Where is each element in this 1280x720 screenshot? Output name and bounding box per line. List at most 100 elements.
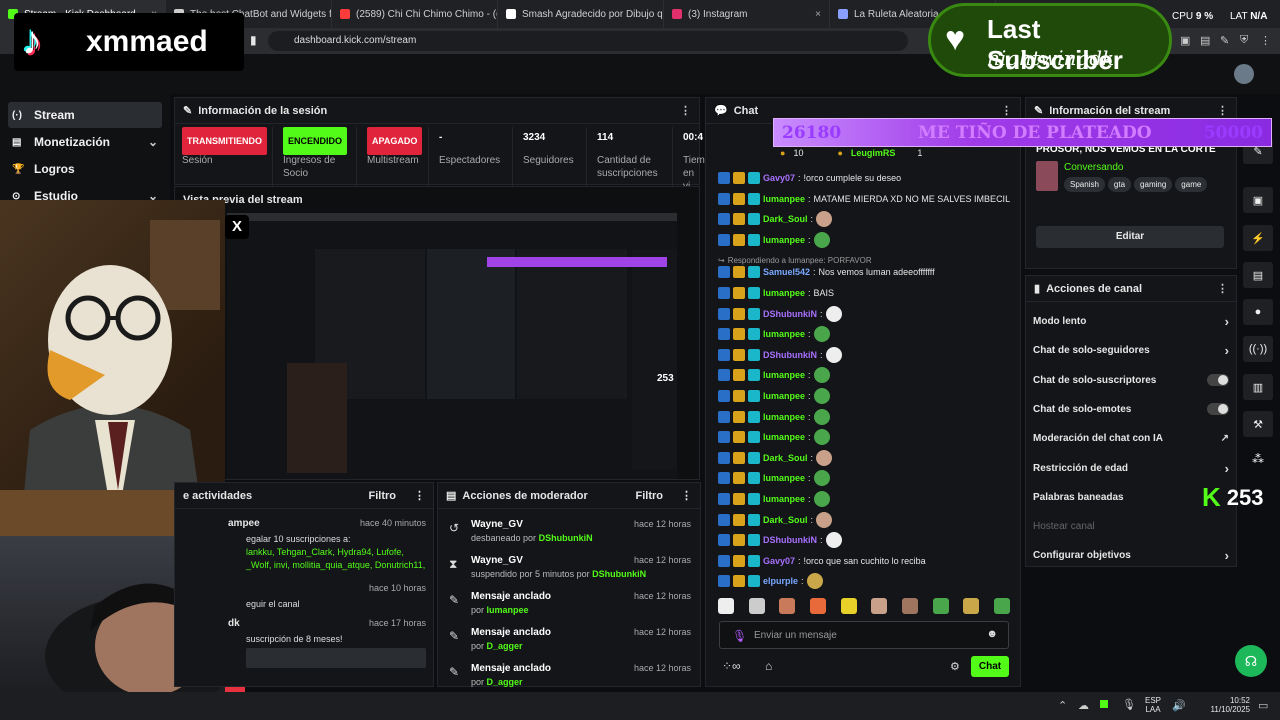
browser-tab[interactable]: (2589) Chi Chi Chimo Chimo - (( Mitc× <box>332 0 498 28</box>
sidebar-item[interactable]: 🏆 Logros <box>0 156 170 182</box>
chat-username[interactable]: lumanpee <box>763 412 805 422</box>
send-chat-button[interactable]: Chat <box>971 656 1009 677</box>
emote-icon[interactable] <box>840 598 857 614</box>
emote-icon[interactable] <box>871 598 888 614</box>
chat-username[interactable]: lumanpee <box>763 494 805 504</box>
chat-username[interactable]: lumanpee <box>763 391 805 401</box>
filter-button[interactable]: Filtro <box>369 490 397 502</box>
more-icon[interactable]: ⋮ <box>1217 104 1228 117</box>
cloud-icon[interactable]: ☁ <box>1078 699 1089 712</box>
stream-tag[interactable]: game <box>1175 177 1208 192</box>
emote-icon[interactable] <box>901 598 918 614</box>
mod-user-link[interactable]: D_agger <box>487 677 523 687</box>
emote-icon[interactable] <box>932 598 949 614</box>
infinity-icon[interactable]: ⁘∞ <box>722 659 741 673</box>
emoji-icon[interactable]: ☻ <box>986 628 998 640</box>
chat-username[interactable]: DShubunkiN <box>763 350 817 360</box>
category-thumbnail[interactable] <box>1036 161 1058 191</box>
chat-username[interactable]: Gavy07 <box>763 173 795 183</box>
chat-username[interactable]: lumanpee <box>763 288 805 298</box>
activity-user[interactable]: dk <box>228 618 240 629</box>
chat-username[interactable]: lumanpee <box>763 473 805 483</box>
emote-icon[interactable] <box>963 598 980 614</box>
kick-tray-icon[interactable] <box>1100 700 1108 708</box>
more-icon[interactable]: ⋮ <box>1217 282 1228 295</box>
chat-username[interactable]: lumanpee <box>763 194 805 204</box>
channel-action-item[interactable]: Hostear canal <box>1025 512 1237 541</box>
layout-icon[interactable]: ▥ <box>1243 374 1273 400</box>
activity-user[interactable]: ampee <box>228 518 260 529</box>
bolt-icon[interactable]: ⚡ <box>1243 225 1273 251</box>
address-bar[interactable]: dashboard.kick.com/stream <box>268 31 908 51</box>
clipboard-icon[interactable]: ▤ <box>1243 262 1273 288</box>
mod-user-link[interactable]: D_agger <box>487 641 523 651</box>
activity-expand-bar[interactable] <box>246 648 426 668</box>
channel-action-item[interactable]: Chat de solo-seguidores › <box>1025 336 1237 365</box>
preview-video[interactable]: 253 <box>227 213 677 479</box>
channel-action-item[interactable]: Modo lento › <box>1025 307 1237 336</box>
more-icon[interactable]: ⋮ <box>680 104 691 117</box>
chat-input[interactable]: 🎙 Enviar un mensaje ☻ <box>719 621 1009 649</box>
chat-username[interactable]: lumanpee <box>763 329 805 339</box>
emote-icon[interactable] <box>718 598 734 614</box>
chat-username[interactable]: Gavy07 <box>763 556 795 566</box>
channel-action-item[interactable]: Chat de solo-suscriptores <box>1025 366 1237 395</box>
chat-username[interactable]: Dark_Soul <box>763 214 808 224</box>
menu-icon[interactable]: ⋮ <box>1260 34 1271 47</box>
broadcast-icon[interactable]: ((·)) <box>1243 336 1273 362</box>
toggle-switch[interactable] <box>1207 403 1229 416</box>
chat-username[interactable]: lumanpee <box>763 432 805 442</box>
edit-button[interactable]: Editar <box>1036 226 1224 248</box>
browser-tab[interactable]: Smash Agradecido por Dibujo que le× <box>498 0 664 28</box>
sidebar-item[interactable]: (·) Stream <box>8 102 162 128</box>
chat-username[interactable]: Dark_Soul <box>763 515 808 525</box>
apps-icon[interactable]: ⁂ <box>1252 452 1264 466</box>
bookmark-icon[interactable]: ▮ <box>250 33 257 47</box>
emote-icon[interactable] <box>748 598 765 614</box>
mod-user-link[interactable]: DShubunkiN <box>592 569 646 579</box>
toggle-switch[interactable] <box>1207 374 1229 387</box>
more-icon[interactable]: ⋮ <box>414 489 425 502</box>
channel-action-item[interactable]: Chat de solo-emotes <box>1025 395 1237 424</box>
reader-icon[interactable]: ▤ <box>1200 34 1210 47</box>
chat-bubble-icon[interactable]: ● <box>1243 299 1273 325</box>
emote-icon[interactable] <box>779 598 796 614</box>
stream-tag[interactable]: gta <box>1107 177 1132 192</box>
chat-username[interactable]: elpurple <box>763 576 798 586</box>
gifter-name[interactable]: LeugimRS <box>851 148 896 158</box>
support-chat-icon[interactable]: ☊ <box>1235 645 1267 677</box>
sidebar-toggle-icon[interactable]: ▣ <box>1180 34 1190 47</box>
category-link[interactable]: Conversando <box>1064 162 1210 173</box>
sidebar-item[interactable]: ▤ Monetización ⌄ <box>0 129 170 155</box>
chat-username[interactable]: DShubunkiN <box>763 535 817 545</box>
speaker-icon[interactable]: 🔊 <box>1172 699 1186 712</box>
chat-username[interactable]: DShubunkiN <box>763 309 817 319</box>
emote-icon[interactable] <box>993 598 1010 614</box>
avatar[interactable] <box>1234 64 1254 84</box>
emote-icon[interactable] <box>809 598 826 614</box>
mod-user-link[interactable]: lumanpee <box>487 605 529 615</box>
chat-username[interactable]: lumanpee <box>763 370 805 380</box>
stream-tag[interactable]: gaming <box>1134 177 1173 192</box>
stream-tag[interactable]: Spanish <box>1064 177 1105 192</box>
chat-username[interactable]: Samuel542 <box>763 267 810 277</box>
notification-icon[interactable]: ▭ <box>1258 699 1268 712</box>
channel-action-item[interactable]: Moderación del chat con IA ↗ <box>1025 424 1237 453</box>
filter-button[interactable]: Filtro <box>636 490 664 502</box>
microphone-icon[interactable]: 🎙 <box>732 629 747 643</box>
chat-username[interactable]: Dark_Soul <box>763 453 808 463</box>
more-icon[interactable]: ⋮ <box>681 489 692 502</box>
chat-username[interactable]: lumanpee <box>763 235 805 245</box>
edit-icon[interactable]: ✎ <box>1220 34 1229 47</box>
shield-icon[interactable]: ⛨ <box>1240 34 1248 47</box>
close-icon[interactable]: × <box>815 9 821 20</box>
language-indicator[interactable]: ESP LAA <box>1145 696 1161 714</box>
store-icon[interactable]: ⌂ <box>765 659 772 673</box>
mod-user-link[interactable]: DShubunkiN <box>539 533 593 543</box>
chevron-up-icon[interactable]: ⌃ <box>1058 699 1067 712</box>
microphone-icon[interactable]: 🎙 <box>1122 698 1136 711</box>
more-icon[interactable]: ⋮ <box>1001 104 1012 117</box>
clock[interactable]: 10:52 11/10/2025 <box>1208 696 1250 714</box>
wrench-icon[interactable]: ⚒ <box>1243 411 1273 437</box>
channel-action-item[interactable]: Restricción de edad › <box>1025 454 1237 483</box>
